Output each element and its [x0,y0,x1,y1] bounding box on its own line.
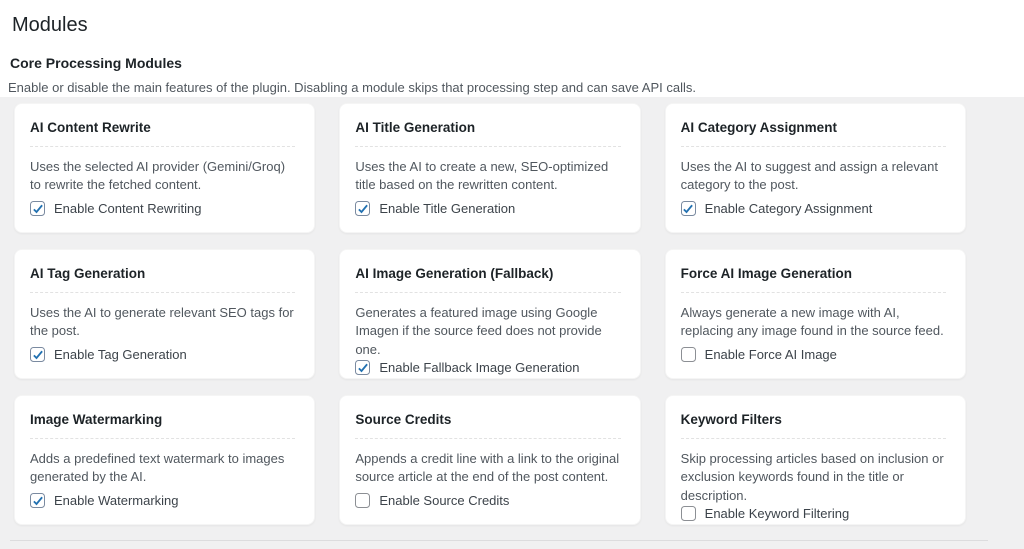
module-card-ai-content-rewrite: AI Content Rewrite Uses the selected AI … [14,103,315,233]
card-divider [30,292,295,293]
module-description: Uses the selected AI provider (Gemini/Gr… [30,158,295,196]
module-title: Image Watermarking [30,411,295,429]
module-description: Adds a predefined text watermark to imag… [30,450,295,488]
module-card-ai-category-assignment: AI Category Assignment Uses the AI to su… [665,103,966,233]
module-title: Source Credits [355,411,620,429]
card-divider [681,438,946,439]
checkbox-label: Enable Content Rewriting [54,201,201,216]
checkbox-icon[interactable] [355,360,370,375]
card-divider [30,146,295,147]
module-description: Uses the AI to create a new, SEO-optimiz… [355,158,620,196]
module-card-image-watermarking: Image Watermarking Adds a predefined tex… [14,395,315,525]
card-divider [681,292,946,293]
module-description: Uses the AI to generate relevant SEO tag… [30,304,295,342]
checkbox-label: Enable Tag Generation [54,347,187,362]
section-bottom-divider [10,540,988,541]
module-card-source-credits: Source Credits Appends a credit line wit… [339,395,640,525]
module-description: Skip processing articles based on inclus… [681,450,946,507]
module-title: Force AI Image Generation [681,265,946,283]
checkbox-icon[interactable] [681,506,696,521]
checkbox-icon[interactable] [30,493,45,508]
modules-section: AI Content Rewrite Uses the selected AI … [0,97,1024,549]
checkbox-label: Enable Watermarking [54,493,179,508]
checkbox-label: Enable Fallback Image Generation [379,360,579,375]
modules-grid: AI Content Rewrite Uses the selected AI … [14,103,966,525]
enable-category-assignment-toggle[interactable]: Enable Category Assignment [681,201,946,216]
module-card-ai-tag-generation: AI Tag Generation Uses the AI to generat… [14,249,315,379]
module-title: AI Content Rewrite [30,119,295,137]
enable-force-ai-image-toggle[interactable]: Enable Force AI Image [681,347,946,362]
module-title: AI Title Generation [355,119,620,137]
module-description: Appends a credit line with a link to the… [355,450,620,488]
card-divider [681,146,946,147]
enable-content-rewriting-toggle[interactable]: Enable Content Rewriting [30,201,295,216]
enable-title-generation-toggle[interactable]: Enable Title Generation [355,201,620,216]
module-title: AI Category Assignment [681,119,946,137]
checkbox-icon[interactable] [355,493,370,508]
enable-source-credits-toggle[interactable]: Enable Source Credits [355,493,620,508]
enable-tag-generation-toggle[interactable]: Enable Tag Generation [30,347,295,362]
enable-fallback-image-generation-toggle[interactable]: Enable Fallback Image Generation [355,360,620,375]
checkbox-label: Enable Title Generation [379,201,515,216]
checkbox-label: Enable Force AI Image [705,347,837,362]
checkbox-label: Enable Category Assignment [705,201,873,216]
module-description: Generates a featured image using Google … [355,304,620,361]
module-card-keyword-filters: Keyword Filters Skip processing articles… [665,395,966,525]
checkbox-label: Enable Source Credits [379,493,509,508]
checkbox-icon[interactable] [30,347,45,362]
checkbox-icon[interactable] [30,201,45,216]
module-title: Keyword Filters [681,411,946,429]
checkbox-icon[interactable] [681,347,696,362]
module-description: Uses the AI to suggest and assign a rele… [681,158,946,196]
page-title: Modules [12,12,1004,38]
module-title: AI Image Generation (Fallback) [355,265,620,283]
module-card-ai-image-generation-fallback: AI Image Generation (Fallback) Generates… [339,249,640,379]
module-title: AI Tag Generation [30,265,295,283]
enable-keyword-filtering-toggle[interactable]: Enable Keyword Filtering [681,506,946,521]
card-divider [355,438,620,439]
checkbox-label: Enable Keyword Filtering [705,506,850,521]
checkbox-icon[interactable] [355,201,370,216]
checkbox-icon[interactable] [681,201,696,216]
card-divider [355,292,620,293]
page-header: Modules Core Processing Modules Enable o… [0,0,1024,97]
card-divider [355,146,620,147]
module-description: Always generate a new image with AI, rep… [681,304,946,342]
section-title: Core Processing Modules [10,55,1004,71]
card-divider [30,438,295,439]
module-card-force-ai-image-generation: Force AI Image Generation Always generat… [665,249,966,379]
section-description: Enable or disable the main features of t… [8,80,1004,95]
module-card-ai-title-generation: AI Title Generation Uses the AI to creat… [339,103,640,233]
enable-watermarking-toggle[interactable]: Enable Watermarking [30,493,295,508]
